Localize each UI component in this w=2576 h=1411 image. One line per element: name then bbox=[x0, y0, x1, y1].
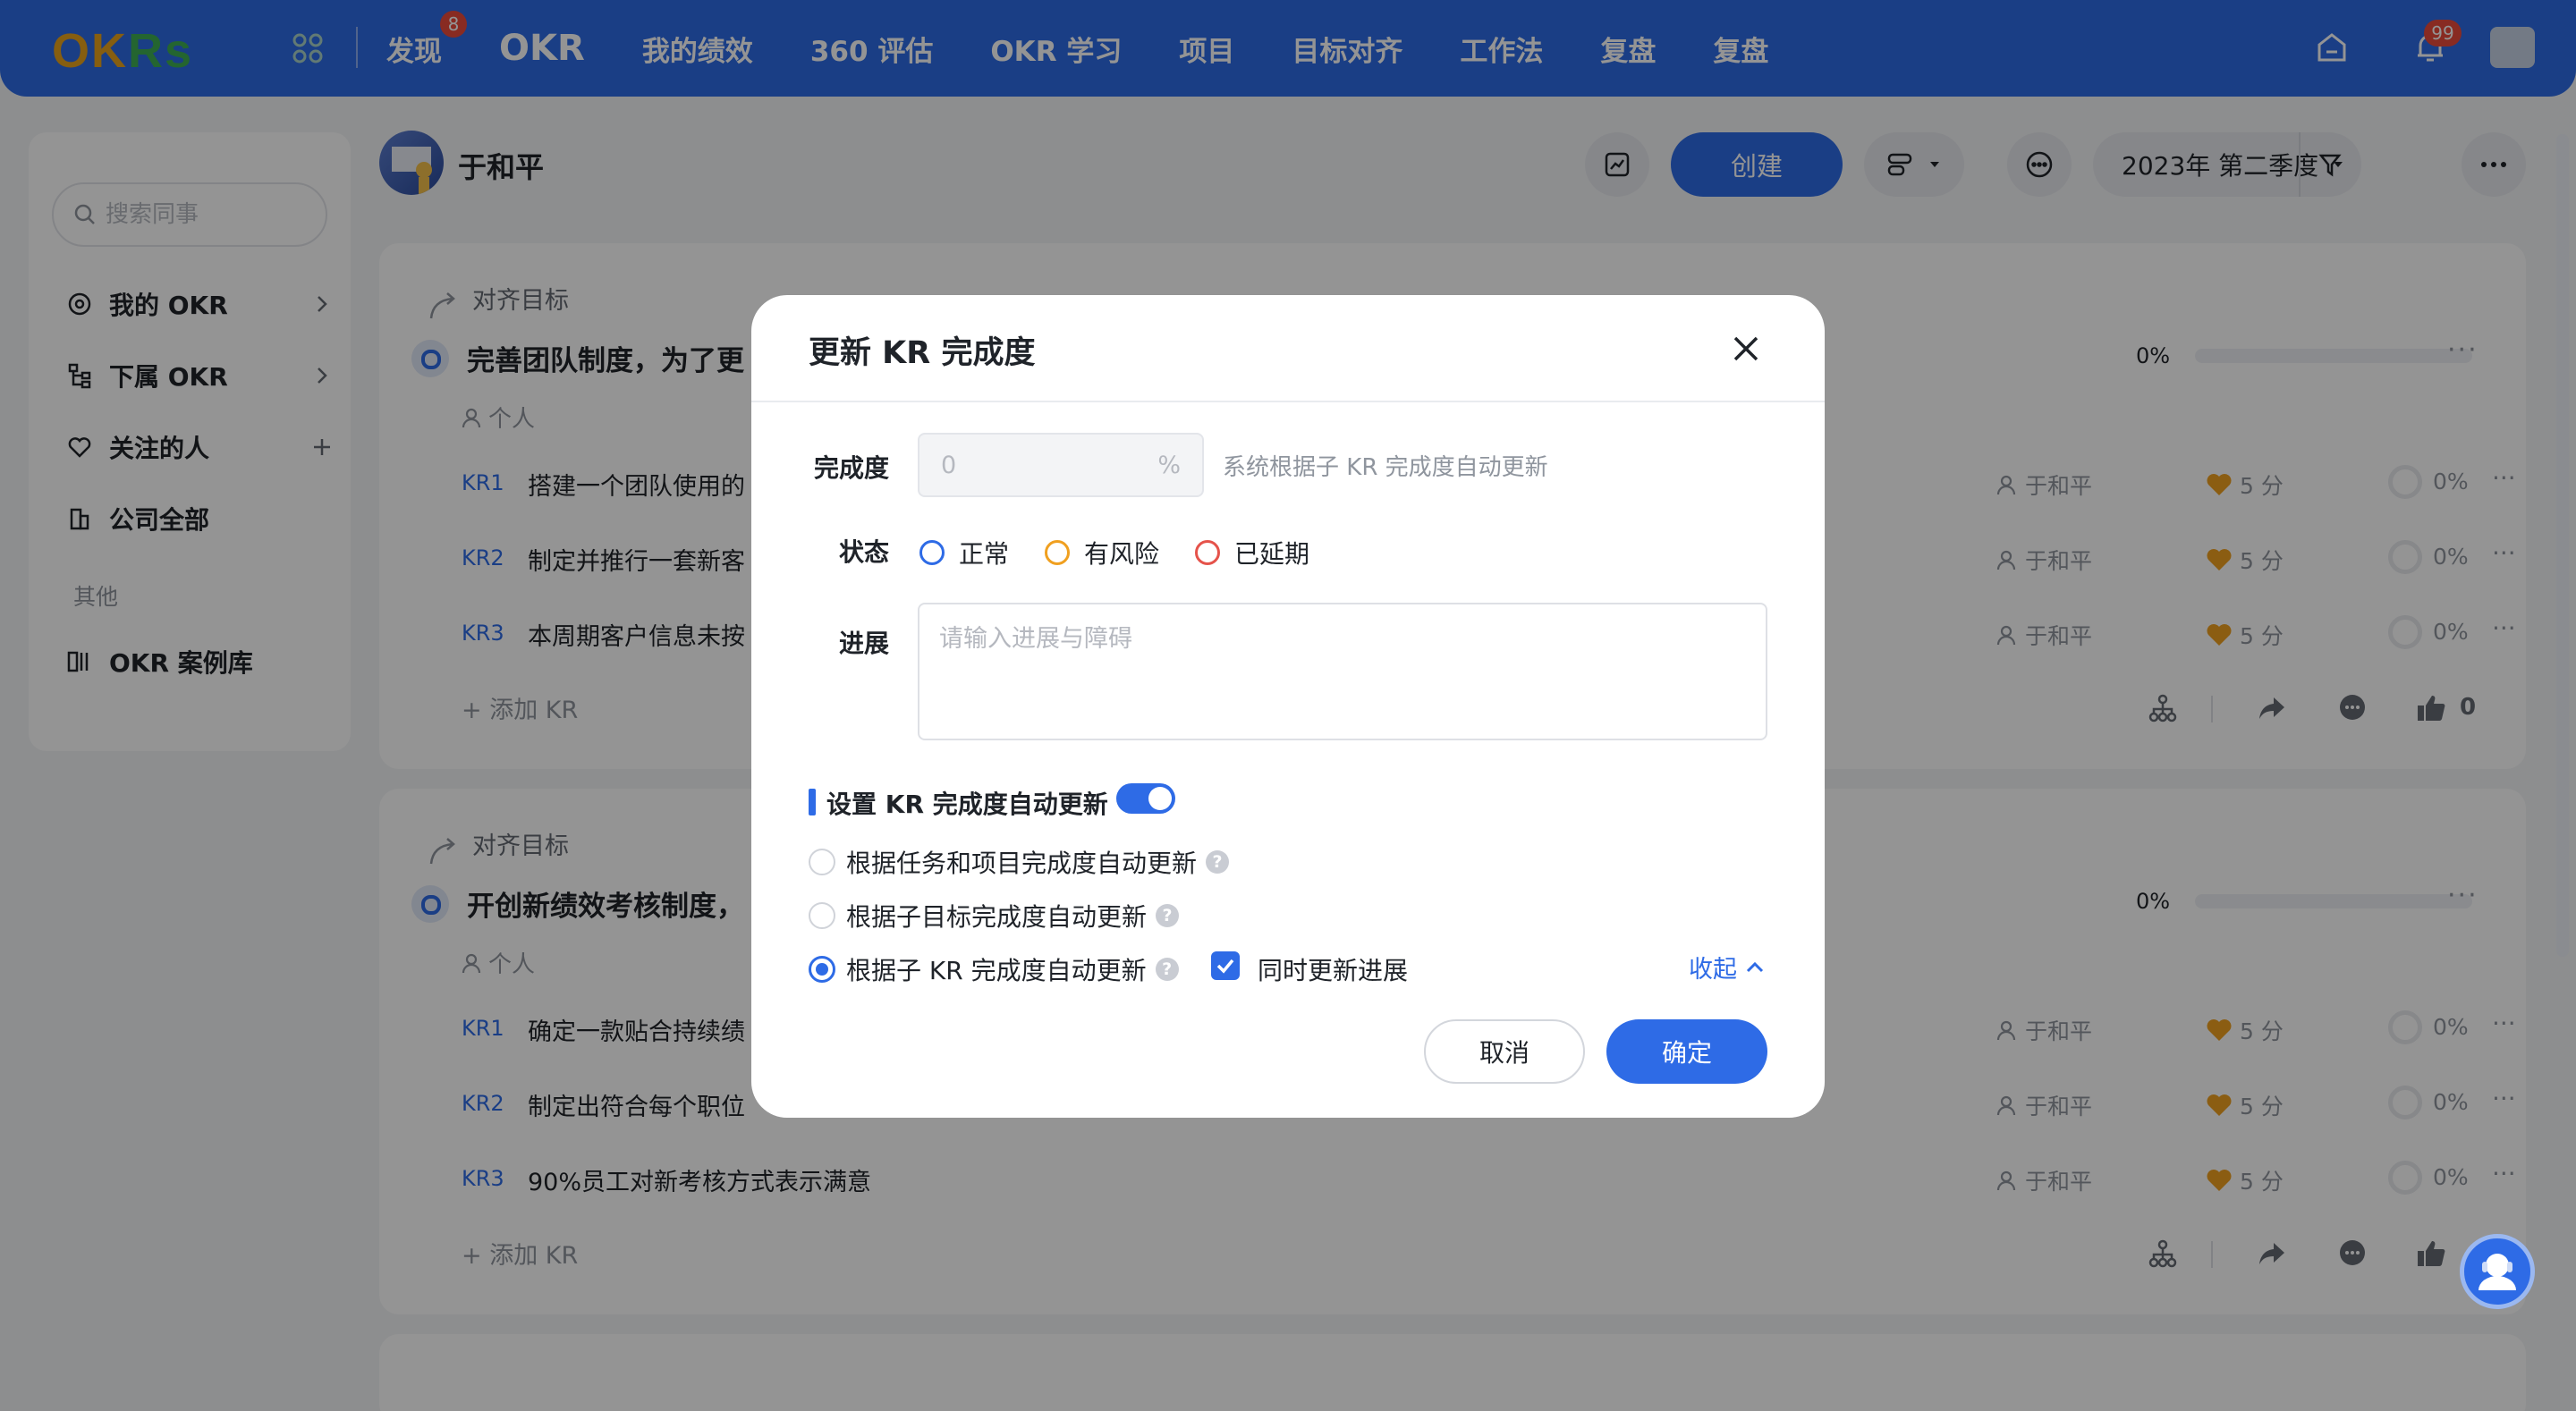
status-option-label: 正常 bbox=[959, 539, 1010, 569]
sync-progress-checkbox[interactable] bbox=[1211, 951, 1240, 980]
radio-unselected[interactable] bbox=[809, 902, 835, 929]
collapse-link[interactable]: 收起 bbox=[1689, 950, 1767, 984]
status-label: 状态 bbox=[839, 537, 890, 567]
sync-progress-label[interactable]: 同时更新进展 bbox=[1258, 951, 1408, 987]
progress-label: 进展 bbox=[839, 629, 890, 658]
completion-hint: 系统根据子 KR 完成度自动更新 bbox=[1223, 454, 1548, 481]
collapse-label: 收起 bbox=[1689, 956, 1737, 984]
checkmark-icon bbox=[1216, 959, 1234, 974]
status-option-at-risk[interactable]: 有风险 bbox=[1045, 535, 1159, 570]
auto-update-section-title: 设置 KR 完成度自动更新 bbox=[826, 790, 1108, 819]
confirm-button[interactable]: 确定 bbox=[1606, 1019, 1767, 1084]
cancel-button[interactable]: 取消 bbox=[1424, 1019, 1585, 1084]
help-icon[interactable]: ? bbox=[1155, 958, 1179, 981]
auto-option-label: 根据任务和项目完成度自动更新 bbox=[846, 849, 1198, 878]
help-icon[interactable]: ? bbox=[1156, 904, 1180, 927]
dialog-header: 更新 KR 完成度 bbox=[751, 295, 1825, 402]
section-accent-bar bbox=[809, 789, 816, 815]
status-option-delayed[interactable]: 已延期 bbox=[1195, 535, 1309, 570]
completion-input: 0 % bbox=[918, 433, 1204, 497]
chevron-up-icon bbox=[1746, 961, 1764, 972]
assistant-button[interactable] bbox=[2460, 1234, 2535, 1309]
update-kr-completion-dialog: 更新 KR 完成度 完成度 0 % 系统根据子 KR 完成度自动更新 状态 正常… bbox=[751, 295, 1825, 1118]
radio-at-risk[interactable] bbox=[1045, 540, 1070, 565]
completion-placeholder: 0 bbox=[941, 451, 957, 479]
auto-option-sub-kr[interactable]: 根据子 KR 完成度自动更新 ? bbox=[809, 951, 1179, 987]
auto-option-label: 根据子 KR 完成度自动更新 bbox=[846, 956, 1147, 985]
auto-option-sub-objectives[interactable]: 根据子目标完成度自动更新 ? bbox=[809, 898, 1180, 934]
close-icon[interactable] bbox=[1728, 331, 1764, 367]
help-icon[interactable]: ? bbox=[1206, 850, 1230, 874]
percent-unit: % bbox=[1157, 451, 1181, 479]
page-scrollbar[interactable] bbox=[2556, 134, 2569, 957]
assistant-icon bbox=[2479, 1254, 2516, 1290]
completion-label: 完成度 bbox=[814, 453, 890, 483]
radio-delayed[interactable] bbox=[1195, 540, 1220, 565]
status-option-label: 有风险 bbox=[1084, 539, 1160, 569]
auto-update-toggle[interactable] bbox=[1116, 783, 1175, 814]
radio-unselected[interactable] bbox=[809, 849, 835, 875]
auto-option-label: 根据子目标完成度自动更新 bbox=[846, 902, 1148, 932]
radio-normal[interactable] bbox=[919, 540, 945, 565]
progress-textarea[interactable] bbox=[918, 603, 1767, 740]
radio-selected[interactable] bbox=[809, 956, 835, 983]
status-option-normal[interactable]: 正常 bbox=[919, 535, 1009, 570]
status-option-label: 已延期 bbox=[1234, 539, 1310, 569]
dialog-title: 更新 KR 完成度 bbox=[809, 335, 1036, 371]
auto-option-tasks-projects[interactable]: 根据任务和项目完成度自动更新 ? bbox=[809, 844, 1230, 880]
